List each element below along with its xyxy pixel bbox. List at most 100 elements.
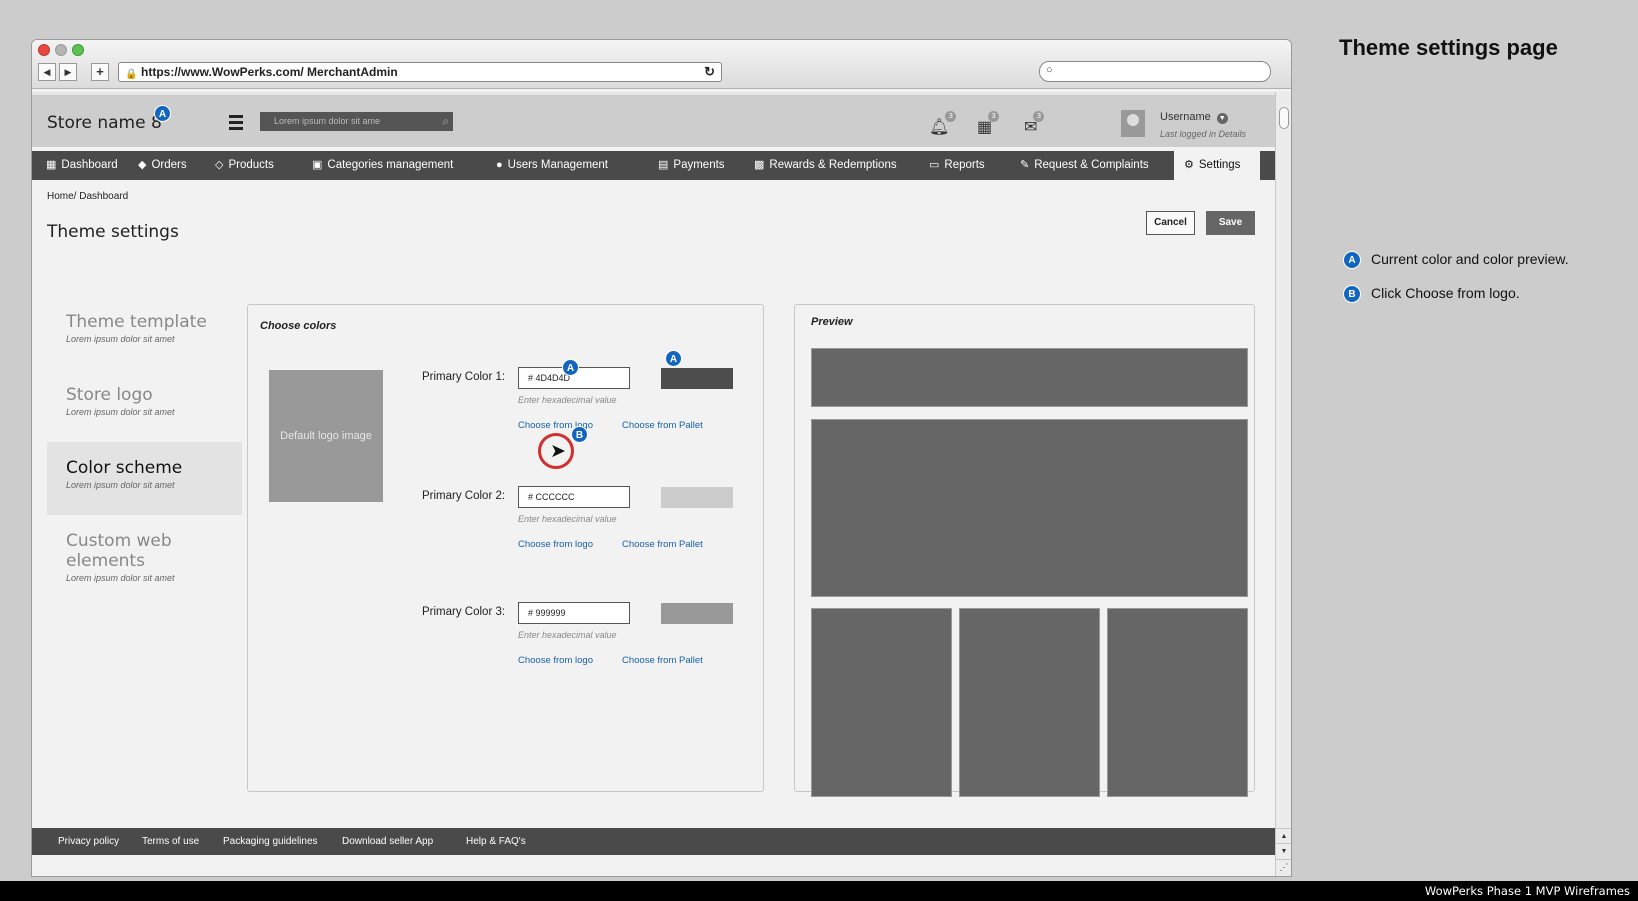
note-b: B Click Choose from logo.: [1343, 285, 1520, 304]
categories-icon: ▣: [312, 159, 323, 171]
preview-banner-block: [811, 419, 1248, 597]
scroll-down-arrow[interactable]: ▼: [1276, 843, 1291, 858]
resize-grip-icon[interactable]: ⋰: [1276, 859, 1291, 874]
user-menu[interactable]: Username ▼: [1160, 111, 1228, 124]
preview-tile-block: [959, 608, 1100, 797]
default-logo-image: Default logo image: [269, 370, 383, 502]
primary-color-2-input[interactable]: # CCCCCC: [518, 486, 630, 508]
nav-products[interactable]: ◇ Products: [215, 151, 274, 180]
sidebar-item-color-scheme[interactable]: Color scheme Lorem ipsum dolor sit amet: [47, 442, 242, 515]
sidebar-item-title: Custom web elements: [66, 531, 172, 571]
primary-color-2-swatch: [661, 487, 733, 508]
footer-terms-link[interactable]: Terms of use: [142, 828, 199, 855]
nav-settings-label: Settings: [1198, 159, 1241, 171]
nav-reports[interactable]: ▭ Reports: [929, 151, 985, 180]
search-icon[interactable]: ⌕: [442, 112, 449, 131]
footer-download-link[interactable]: Download seller App: [342, 828, 433, 855]
preview-header-block: [811, 348, 1248, 407]
choose-from-logo-link[interactable]: Choose from logo: [518, 655, 593, 666]
nav-dashboard[interactable]: ▦ Dashboard: [46, 151, 118, 180]
scroll-up-arrow[interactable]: ▲: [1276, 828, 1291, 843]
sidebar-item-theme-template[interactable]: Theme template Lorem ipsum dolor sit ame…: [47, 296, 242, 369]
nav-requests[interactable]: ✎ Request & Complaints: [1020, 151, 1149, 180]
back-button[interactable]: ◀: [38, 63, 56, 81]
cursor-arrow-icon: ➤: [550, 441, 566, 462]
primary-color-2-label: Primary Color 2:: [422, 490, 506, 502]
close-window-button[interactable]: [38, 44, 50, 56]
app-header: Store name 8 A Lorem ipsum dolor sit ame…: [32, 92, 1275, 147]
dashboard-icon: ▦: [46, 159, 57, 171]
nav-categories[interactable]: ▣ Categories management: [312, 151, 453, 180]
choose-from-pallet-link[interactable]: Choose from Pallet: [622, 539, 703, 550]
bell-icon[interactable]: 🔔︎ 3: [929, 111, 957, 137]
nav-payments[interactable]: ▤ Payments: [658, 151, 725, 180]
scrollbar-thumb[interactable]: [1279, 107, 1289, 129]
chevron-down-icon[interactable]: ▼: [1216, 113, 1228, 124]
primary-color-1-swatch: [661, 368, 733, 389]
nav-payments-label: Payments: [673, 159, 725, 171]
header-search-input[interactable]: Lorem ipsum dolor sit ame ⌕: [260, 112, 453, 131]
sidebar-item-title: Theme template: [66, 312, 207, 332]
choose-from-pallet-link[interactable]: Choose from Pallet: [622, 655, 703, 666]
sidebar-item-store-logo[interactable]: Store logo Lorem ipsum dolor sit amet: [47, 369, 242, 442]
mail-icon[interactable]: ✉ 3: [1024, 111, 1045, 137]
primary-color-3-input[interactable]: # 999999: [518, 602, 630, 624]
calendar-icon[interactable]: ▦ 3: [977, 111, 1000, 137]
primary-color-3-swatch: [661, 603, 733, 624]
avatar[interactable]: [1121, 110, 1145, 137]
sidebar-item-title: Store logo: [66, 385, 153, 405]
nav-rewards[interactable]: ▩ Rewards & Redemptions: [754, 151, 897, 180]
preview-tile-block: [811, 608, 952, 797]
annotation-badge-b: B: [1343, 285, 1361, 304]
hex-hint: Enter hexadecimal value: [518, 630, 617, 640]
nav-reports-label: Reports: [944, 159, 985, 171]
choose-from-pallet-link[interactable]: Choose from Pallet: [622, 420, 703, 431]
sidebar-item-subtitle: Lorem ipsum dolor sit amet: [66, 480, 175, 490]
breadcrumb[interactable]: Home/ Dashboard: [47, 191, 128, 202]
settings-sidebar: Theme template Lorem ipsum dolor sit ame…: [47, 296, 242, 588]
forward-button[interactable]: ▶: [59, 63, 77, 81]
sidebar-item-custom-web-elements[interactable]: Custom web elements Lorem ipsum dolor si…: [47, 515, 242, 588]
annotation-badge-a: A: [154, 105, 171, 122]
nav-settings[interactable]: ⚙ Settings: [1174, 151, 1261, 180]
gift-icon: ▩: [754, 159, 765, 171]
footer-help-link[interactable]: Help & FAQ's: [466, 828, 526, 855]
nav-users[interactable]: ● Users Management: [496, 151, 608, 180]
footer-privacy-link[interactable]: Privacy policy: [58, 828, 119, 855]
nav-orders[interactable]: ◆ Orders: [138, 151, 187, 180]
browser-search-field[interactable]: ○: [1039, 61, 1271, 82]
note-b-text: Click Choose from logo.: [1371, 285, 1520, 301]
sidebar-item-subtitle: Lorem ipsum dolor sit amet: [66, 407, 175, 417]
wallet-icon: ▤: [658, 159, 669, 171]
hex-hint: Enter hexadecimal value: [518, 395, 617, 405]
box-icon: ◇: [215, 159, 224, 171]
search-icon: ○: [1046, 64, 1053, 76]
username: Username: [1160, 111, 1211, 123]
new-tab-button[interactable]: +: [91, 63, 109, 81]
url-text: https://www.WowPerks.com/ MerchantAdmin: [141, 65, 398, 79]
menu-icon[interactable]: [229, 115, 243, 133]
save-button[interactable]: Save: [1206, 211, 1255, 235]
header-search-placeholder: Lorem ipsum dolor sit ame: [274, 116, 381, 126]
choose-colors-title: Choose colors: [260, 320, 337, 332]
footer: Privacy policy Terms of use Packaging gu…: [32, 828, 1275, 855]
cancel-button[interactable]: Cancel: [1146, 211, 1195, 235]
lock-icon: 🔒: [125, 69, 138, 80]
notification-count: 3: [945, 111, 957, 122]
last-logged-text: Last logged in Details: [1160, 129, 1247, 139]
chart-icon: ▭: [929, 159, 940, 171]
choose-colors-panel: Choose colors Default logo image Primary…: [247, 304, 764, 792]
nav-orders-label: Orders: [151, 159, 187, 171]
vertical-scrollbar[interactable]: ▲ ▼ ⋰: [1275, 92, 1291, 876]
minimize-window-button[interactable]: [55, 44, 67, 56]
page-title: Theme settings: [47, 222, 179, 242]
footer-packaging-link[interactable]: Packaging guidelines: [223, 828, 318, 855]
annotation-badge-a: A: [562, 359, 579, 376]
reload-icon[interactable]: ↻: [704, 63, 715, 81]
maximize-window-button[interactable]: [72, 44, 84, 56]
sidebar-item-subtitle: Lorem ipsum dolor sit amet: [66, 573, 175, 583]
url-bar[interactable]: 🔒 https://www.WowPerks.com/ MerchantAdmi…: [118, 62, 722, 82]
choose-from-logo-link[interactable]: Choose from logo: [518, 539, 593, 550]
annotation-badge-a: A: [1343, 251, 1361, 270]
mail-count: 3: [1033, 111, 1045, 122]
